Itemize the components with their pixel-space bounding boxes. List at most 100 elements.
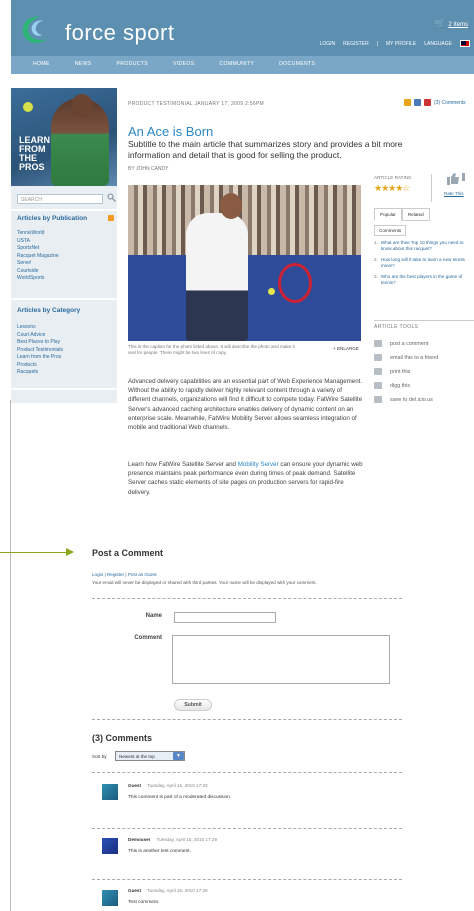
chevron-down-icon[interactable]: ▼: [173, 752, 184, 760]
post-comment-heading: Post a Comment: [92, 548, 164, 558]
nav-documents[interactable]: DOCUMENTS: [279, 61, 315, 67]
sidebar-item-category[interactable]: Learn from the Pros: [17, 354, 63, 362]
top-links: LOGIN REGISTER | MY PROFILE LANGUAGE: [320, 40, 470, 47]
comment-meta: Demouser Tuesday, April 15, 2010 17:29: [128, 837, 217, 842]
tool-label: post a comment: [390, 340, 429, 347]
comments-count-heading: (3) Comments: [92, 733, 153, 743]
sidebar-item-category[interactable]: Product Testimonials: [17, 347, 63, 355]
list-item-text: What are thee Top 10 things you need to …: [380, 240, 464, 251]
article-kicker: PRODUCT TESTIMONIAL JANUARY 17, 2009 2:5…: [128, 101, 265, 107]
comment-date: Tuesday, April 15, 2010 17:29: [156, 837, 217, 842]
nav-home[interactable]: HOME: [33, 61, 50, 67]
tool-print[interactable]: print this: [374, 368, 410, 375]
name-field[interactable]: [174, 612, 276, 623]
comment-login-links[interactable]: Login | Register | Post as Guest: [92, 572, 157, 577]
sidebar-item-category[interactable]: Products: [17, 362, 63, 370]
language-link[interactable]: LANGUAGE: [424, 41, 452, 47]
login-link[interactable]: LOGIN: [320, 41, 336, 47]
divider: [92, 719, 402, 720]
article-subtitle: Subtitle to the main article that summar…: [128, 139, 403, 160]
comment-text: Test comment.: [128, 900, 160, 905]
tab-comments[interactable]: Comments: [374, 225, 407, 236]
comment-date: Tuesday, April 15, 2010 17:33: [147, 783, 208, 788]
rss-icon[interactable]: [108, 215, 114, 221]
tools-label: ARTICLE TOOLS: [374, 324, 419, 330]
publication-heading: Articles by Publication: [17, 215, 88, 222]
nav-news[interactable]: NEWS: [75, 61, 92, 67]
sidebar-item-publication[interactable]: SportsNet: [17, 245, 59, 253]
nav-community[interactable]: COMMUNITY: [219, 61, 254, 67]
list-item[interactable]: 1. What are thee Top 10 things you need t…: [374, 240, 474, 252]
annotation-arrow: [0, 552, 66, 553]
register-link[interactable]: REGISTER: [343, 41, 369, 47]
flag-icon[interactable]: [460, 40, 470, 47]
avatar: [102, 890, 118, 906]
rate-this-link[interactable]: Rate This: [444, 191, 464, 196]
cart-icon: 🛒: [434, 18, 446, 28]
sidebar-item-publication[interactable]: USTA: [17, 238, 59, 246]
publication-list: TennisWorld USTA SportsNet Racquet Magaz…: [17, 230, 59, 283]
privacy-note: Your email will never be displayed or sh…: [92, 580, 317, 585]
list-item[interactable]: 3. Who are the best players in the game o…: [374, 274, 474, 286]
mobility-server-link[interactable]: Mobility Server: [238, 461, 279, 468]
search-input[interactable]: SEARCH: [17, 194, 103, 204]
comment-meta: Guest Tuesday, April 15, 2010 17:33: [128, 783, 208, 788]
nav-products[interactable]: PRODUCTS: [117, 61, 149, 67]
sidebar-item-category[interactable]: Racquets: [17, 369, 63, 377]
comments-link[interactable]: (3) Comments: [434, 100, 466, 106]
divider: [92, 879, 402, 880]
search-icon[interactable]: [107, 193, 116, 202]
sidebar-item-publication[interactable]: Racquet Magazine: [17, 253, 59, 261]
pdf-icon[interactable]: [424, 99, 431, 106]
submit-button[interactable]: Submit: [174, 699, 212, 711]
tool-label: save to del.icio.us: [390, 396, 433, 403]
logo-icon[interactable]: [18, 13, 50, 47]
comment-meta: Guest Tuesday, April 15, 2010 17:29: [128, 888, 208, 893]
list-number: 1.: [374, 240, 378, 245]
photo-player: [186, 213, 248, 341]
thumbs-icon[interactable]: [446, 172, 466, 186]
left-sidebar: LEARN FROM THE PROS SEARCH Articles by P…: [11, 88, 117, 403]
sidebar-item-category[interactable]: Lessons: [17, 324, 63, 332]
photo-player-head: [220, 193, 242, 219]
article-toolbar: (3) Comments: [404, 99, 466, 106]
tab-related[interactable]: Related: [401, 208, 430, 221]
article-byline: BY JOHN CANDY: [128, 166, 169, 172]
sidebar-item-category[interactable]: Court Advice: [17, 332, 63, 340]
sidebar-item-publication[interactable]: Courtside: [17, 268, 59, 276]
email-icon[interactable]: [414, 99, 421, 106]
sidebar-item-publication[interactable]: WorldSports: [17, 275, 59, 283]
nav-videos[interactable]: VIDEOS: [173, 61, 194, 67]
sidebar-divider: [11, 298, 117, 300]
cart-link[interactable]: 🛒 2 Items: [434, 18, 468, 29]
cart-count: 2 Items: [448, 22, 468, 28]
photo-caption: This is the caption for the photo listed…: [128, 344, 295, 355]
list-item[interactable]: 2. How long will it take to learn a new t…: [374, 257, 474, 269]
comment-field[interactable]: [172, 635, 390, 684]
sidebar-item-category[interactable]: Best Places to Play: [17, 339, 63, 347]
delicious-icon: [374, 396, 382, 403]
list-number: 2.: [374, 257, 378, 262]
tool-post-comment[interactable]: post a comment: [374, 340, 428, 347]
promo-banner[interactable]: LEARN FROM THE PROS: [11, 88, 117, 186]
comment-text: This is another test comment.: [128, 849, 191, 854]
tab-popular[interactable]: Popular: [374, 208, 402, 221]
sidebar-item-publication[interactable]: Serve!: [17, 260, 59, 268]
article-photo[interactable]: [128, 185, 361, 341]
main-nav: HOME NEWS PRODUCTS VIDEOS COMMUNITY DOCU…: [11, 56, 474, 74]
share-icon[interactable]: [404, 99, 411, 106]
tool-digg[interactable]: digg this: [374, 382, 410, 389]
sidebar-item-publication[interactable]: TennisWorld: [17, 230, 59, 238]
tools-divider: [374, 320, 474, 321]
brand-name[interactable]: force sport: [65, 20, 174, 46]
enlarge-link[interactable]: + ENLARGE: [333, 346, 359, 351]
category-list: Lessons Court Advice Best Places to Play…: [17, 324, 63, 377]
annotation-line: [10, 400, 11, 911]
tool-email[interactable]: email this to a friend: [374, 354, 438, 361]
my-profile-link[interactable]: MY PROFILE: [386, 41, 416, 47]
divider: [92, 828, 402, 829]
comment-author: Demouser: [128, 837, 151, 842]
tabs: Popular Related: [374, 208, 430, 221]
rating-label: ARTICLE RATING: [374, 175, 412, 180]
tool-delicious[interactable]: save to del.icio.us: [374, 396, 433, 403]
